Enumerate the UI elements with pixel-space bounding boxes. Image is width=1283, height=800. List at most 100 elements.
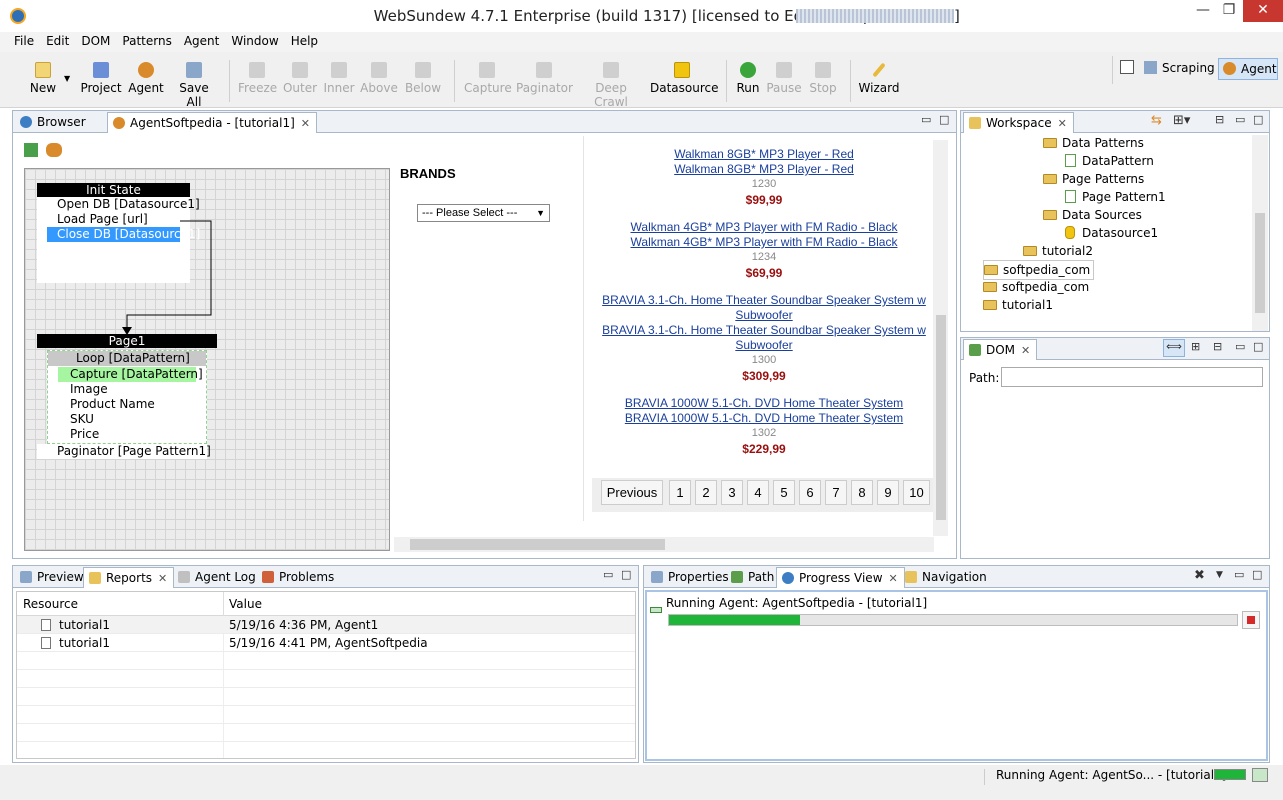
tree-item[interactable]: tutorial1	[983, 296, 1053, 314]
minimize-panel-icon[interactable]: ▭	[1235, 113, 1245, 126]
tab-preview[interactable]: Preview	[15, 567, 90, 588]
product-link[interactable]: Walkman 4GB* MP3 Player with FM Radio - …	[594, 235, 934, 250]
minimize-panel-icon[interactable]: ▭	[1234, 568, 1244, 581]
column-resource[interactable]: Resource	[23, 597, 78, 611]
maximize-panel-icon[interactable]: □	[1253, 340, 1263, 353]
table-row[interactable]: tutorial1 5/19/16 4:41 PM, AgentSoftpedi…	[17, 634, 635, 652]
datasource-button[interactable]: Datasource	[650, 62, 719, 95]
page-7[interactable]: 7	[825, 480, 847, 505]
menu-agent[interactable]: Agent	[178, 32, 226, 50]
perspective-agent[interactable]: Agent	[1218, 58, 1278, 80]
column-value[interactable]: Value	[229, 597, 262, 611]
tab-agent-log[interactable]: Agent Log	[173, 567, 262, 588]
page-6[interactable]: 6	[799, 480, 821, 505]
brand-select[interactable]: --- Please Select --- ▼	[417, 204, 550, 222]
minimize-panel-icon[interactable]: ▭	[921, 113, 931, 126]
maximize-panel-icon[interactable]: □	[1252, 568, 1262, 581]
stop-button[interactable]: Stop	[806, 62, 840, 95]
product-link[interactable]: BRAVIA 3.1-Ch. Home Theater Soundbar Spe…	[594, 323, 934, 338]
close-tab-icon[interactable]: ✕	[301, 117, 310, 130]
run-button[interactable]: Run	[734, 62, 762, 95]
close-tab-icon[interactable]: ✕	[1058, 117, 1067, 130]
below-button[interactable]: Below	[404, 62, 442, 95]
project-button[interactable]: Project	[80, 62, 122, 95]
menu-dom[interactable]: DOM	[75, 32, 116, 50]
collapse-all-icon[interactable]: ⊟	[1215, 113, 1224, 126]
product-link[interactable]: Walkman 8GB* MP3 Player - Red	[594, 147, 934, 162]
sync-dom-icon[interactable]: ⟺	[1163, 339, 1185, 357]
page-5[interactable]: 5	[773, 480, 795, 505]
maximize-panel-icon[interactable]: □	[621, 568, 631, 581]
tab-properties[interactable]: Properties	[646, 567, 735, 588]
scrollbar-thumb[interactable]	[1255, 213, 1265, 313]
tree-item[interactable]: softpedia_com	[983, 278, 1089, 296]
tree-item[interactable]: Data Patterns	[1043, 134, 1144, 152]
page-3[interactable]: 3	[721, 480, 743, 505]
tab-problems[interactable]: Problems	[257, 567, 340, 588]
page-4[interactable]: 4	[747, 480, 769, 505]
minimize-panel-icon[interactable]: ▭	[1235, 340, 1245, 353]
paginator-action[interactable]: Paginator [Page Pattern1]	[37, 444, 211, 459]
save-all-button[interactable]: Save All	[170, 62, 218, 109]
stop-job-button[interactable]	[1242, 611, 1260, 629]
maximize-button[interactable]: ❐	[1216, 0, 1242, 22]
outer-button[interactable]: Outer	[282, 62, 318, 95]
scrollbar-thumb[interactable]	[410, 539, 665, 550]
expand-all-icon[interactable]: ⊞	[1191, 340, 1200, 353]
tab-agent-editor[interactable]: AgentSoftpedia - [tutorial1] ✕	[107, 112, 317, 133]
page-10[interactable]: 10	[903, 480, 930, 505]
menu-help[interactable]: Help	[285, 32, 324, 50]
new-button[interactable]: New	[28, 62, 58, 95]
tab-reports[interactable]: Reports ✕	[83, 567, 175, 588]
remove-finished-icon[interactable]: ✖	[1194, 568, 1205, 583]
page-9[interactable]: 9	[877, 480, 899, 505]
close-tab-icon[interactable]: ✕	[1021, 344, 1030, 357]
tab-path[interactable]: Path	[726, 567, 780, 588]
tab-browser[interactable]: Browser	[15, 112, 105, 133]
product-link[interactable]: Walkman 4GB* MP3 Player with FM Radio - …	[594, 220, 934, 235]
perspective-scraping[interactable]: Scraping	[1142, 58, 1215, 78]
maximize-panel-icon[interactable]: □	[939, 113, 949, 126]
product-link[interactable]: Subwoofer	[594, 308, 934, 323]
tree-item[interactable]: Page Patterns	[1043, 170, 1144, 188]
settings-gears-icon[interactable]	[46, 143, 62, 157]
tree-item[interactable]: tutorial2	[1023, 242, 1093, 260]
wizard-button[interactable]: Wizard	[858, 62, 900, 95]
page-previous[interactable]: Previous	[601, 480, 663, 505]
tree-item[interactable]: Page Pattern1	[1065, 188, 1166, 206]
tree-options-icon[interactable]: ⊞▾	[1173, 113, 1190, 128]
tab-navigation[interactable]: Navigation	[900, 567, 993, 588]
new-dropdown-icon[interactable]: ▼	[64, 74, 70, 83]
loop-container[interactable]: Loop [DataPattern] Capture [DataPattern]…	[47, 350, 207, 444]
product-link[interactable]: BRAVIA 1000W 5.1-Ch. DVD Home Theater Sy…	[594, 411, 934, 426]
scrollbar-thumb[interactable]	[936, 315, 946, 520]
close-button[interactable]: ✕	[1243, 0, 1283, 22]
freeze-button[interactable]: Freeze	[238, 62, 277, 95]
tree-item[interactable]: softpedia_com	[983, 260, 1095, 280]
capture-button[interactable]: Capture	[464, 62, 512, 95]
product-link[interactable]: Subwoofer	[594, 338, 934, 353]
vertical-scrollbar[interactable]	[933, 140, 948, 536]
view-menu-icon[interactable]: ▼	[1216, 570, 1223, 580]
tree-item[interactable]: Data Sources	[1043, 206, 1142, 224]
export-icon[interactable]	[24, 143, 38, 157]
field-product-name[interactable]: Product Name	[48, 397, 206, 412]
minimize-panel-icon[interactable]: ▭	[603, 568, 613, 581]
page1-node[interactable]: Page1 Loop [DataPattern] Capture [DataPa…	[37, 334, 217, 464]
close-tab-icon[interactable]: ✕	[889, 572, 898, 585]
above-button[interactable]: Above	[360, 62, 398, 95]
page-2[interactable]: 2	[695, 480, 717, 505]
horizontal-scrollbar[interactable]	[394, 537, 934, 552]
menu-edit[interactable]: Edit	[40, 32, 75, 50]
field-image[interactable]: Image	[48, 382, 206, 397]
deep-crawl-button[interactable]: Deep Crawl	[578, 62, 644, 109]
menu-window[interactable]: Window	[225, 32, 284, 50]
table-row[interactable]: tutorial1 5/19/16 4:36 PM, Agent1	[17, 616, 635, 634]
open-perspective-icon[interactable]	[1120, 60, 1134, 74]
close-tab-icon[interactable]: ✕	[158, 572, 167, 585]
page-8[interactable]: 8	[851, 480, 873, 505]
paginator-button[interactable]: Paginator	[516, 62, 573, 95]
agent-button[interactable]: Agent	[128, 62, 164, 95]
field-price[interactable]: Price	[48, 427, 206, 442]
tab-dom[interactable]: DOM ✕	[963, 339, 1038, 360]
